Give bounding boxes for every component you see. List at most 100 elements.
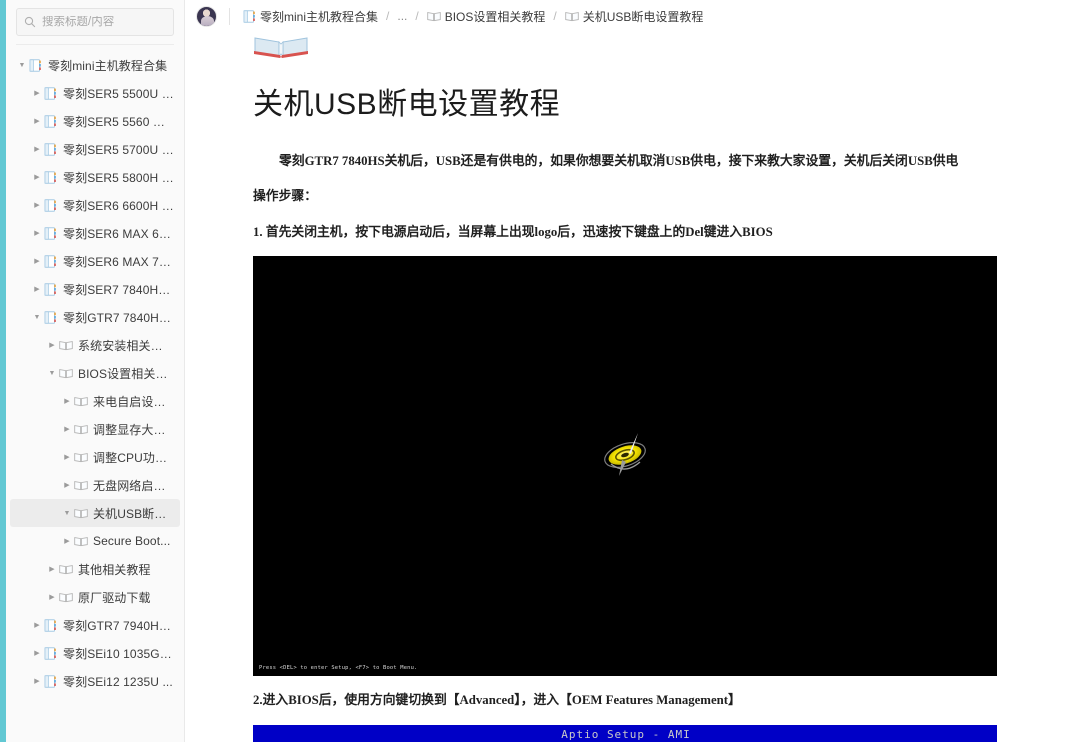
breadcrumb-label: BIOS设置相关教程 [444, 9, 546, 24]
sidebar-item-1[interactable]: ▶ 零刻SER5 5500U 教... [10, 79, 180, 107]
sidebar: ▼ 零刻mini主机教程合集 ▶ 零刻SER5 5500U 教... ▶ 零刻SER5 5… [6, 0, 185, 742]
sidebar-item-10[interactable]: ▶ 系统安装相关教程 [10, 331, 180, 359]
book-icon [58, 591, 73, 604]
search-box[interactable] [16, 8, 174, 36]
sidebar-item-label: BIOS设置相关教程 [78, 366, 174, 381]
book-icon [73, 395, 88, 408]
chevron-right-icon[interactable]: ▶ [31, 622, 43, 629]
chevron-right-icon[interactable]: ▶ [31, 146, 43, 153]
sidebar-item-label: 零刻SEi10 1035G7 ... [63, 646, 174, 661]
page-title: 关机USB断电设置教程 [253, 88, 561, 121]
chevron-right-icon[interactable]: ▶ [31, 174, 43, 181]
doc-page-icon [43, 310, 58, 324]
avatar[interactable] [196, 5, 217, 27]
document-steps-label: 操作步骤： [253, 188, 317, 203]
chevron-right-icon[interactable]: ▶ [31, 650, 43, 657]
open-book-icon [253, 32, 1032, 58]
main-content: 零刻mini主机教程合集 /... / BIOS设置相关教程 / 关机USB断电设置教程 … [185, 0, 1080, 742]
breadcrumb-item-3[interactable]: 关机USB断电设置教程 [565, 8, 703, 25]
breadcrumb-label: 零刻mini主机教程合集 [260, 9, 379, 24]
sidebar-item-19[interactable]: ▶ 原厂驱动下载 [10, 583, 180, 611]
chevron-down-icon[interactable]: ▼ [46, 370, 58, 377]
sidebar-item-11[interactable]: ▼ BIOS设置相关教程 [10, 359, 180, 387]
sidebar-item-13[interactable]: ▶ 调整显存大小... [10, 415, 180, 443]
chevron-right-icon[interactable]: ▶ [31, 678, 43, 685]
sidebar-item-label: 系统安装相关教程 [78, 338, 174, 353]
doc-page-icon [28, 58, 43, 72]
sidebar-item-label: 调整CPU功耗... [93, 450, 174, 465]
breadcrumb-separator: / [553, 9, 557, 23]
chevron-right-icon[interactable]: ▶ [31, 202, 43, 209]
sidebar-item-4[interactable]: ▶ 零刻SER5 5800H 教... [10, 163, 180, 191]
sidebar-item-9[interactable]: ▼ 零刻GTR7 7840HS ... [10, 303, 180, 331]
sidebar-item-label: 零刻SER6 MAX 690... [63, 226, 174, 241]
sidebar-item-label: Secure Boot... [93, 534, 171, 548]
chevron-right-icon[interactable]: ▶ [61, 538, 73, 545]
doc-page-icon [243, 9, 256, 23]
app-root: ▼ 零刻mini主机教程合集 ▶ 零刻SER5 5500U 教... ▶ 零刻SER5 5… [0, 0, 1080, 742]
top-bar: 零刻mini主机教程合集 /... / BIOS设置相关教程 / 关机USB断电设置教程 [185, 0, 1080, 32]
doc-page-icon [43, 114, 58, 128]
sidebar-item-label: 关机USB断电... [93, 506, 174, 521]
chevron-right-icon[interactable]: ▶ [61, 482, 73, 489]
sidebar-item-0[interactable]: ▼ 零刻mini主机教程合集 [10, 51, 180, 79]
sidebar-item-18[interactable]: ▶ 其他相关教程 [10, 555, 180, 583]
sidebar-item-22[interactable]: ▶ 零刻SEi12 1235U ... [10, 667, 180, 695]
sidebar-item-6[interactable]: ▶ 零刻SER6 MAX 690... [10, 219, 180, 247]
breadcrumb-label: ... [397, 9, 408, 23]
breadcrumb: 零刻mini主机教程合集 /... / BIOS设置相关教程 / 关机USB断电设置教程 [243, 8, 703, 25]
chevron-down-icon[interactable]: ▼ [61, 510, 73, 517]
boot-hint-text: Press <DEL> to enter Setup, <F7> to Boot… [259, 665, 418, 672]
sidebar-tree: ▼ 零刻mini主机教程合集 ▶ 零刻SER5 5500U 教... ▶ 零刻SER5 5… [6, 45, 184, 695]
book-icon [73, 423, 88, 436]
doc-page-icon [43, 646, 58, 660]
breadcrumb-item-2[interactable]: BIOS设置相关教程 [426, 8, 546, 25]
sidebar-item-20[interactable]: ▶ 零刻GTR7 7940HS ... [10, 611, 180, 639]
sidebar-item-12[interactable]: ▶ 来电自启设置... [10, 387, 180, 415]
sidebar-item-14[interactable]: ▶ 调整CPU功耗... [10, 443, 180, 471]
chevron-down-icon[interactable]: ▼ [31, 314, 43, 321]
sidebar-item-17[interactable]: ▶ Secure Boot... [10, 527, 180, 555]
chevron-right-icon[interactable]: ▶ [31, 118, 43, 125]
chevron-right-icon[interactable]: ▶ [46, 594, 58, 601]
breadcrumb-item-1[interactable]: ... [397, 9, 407, 23]
chevron-right-icon[interactable]: ▶ [31, 258, 43, 265]
sidebar-item-7[interactable]: ▶ 零刻SER6 MAX 773... [10, 247, 180, 275]
sidebar-item-label: 零刻GTR7 7940HS ... [63, 618, 174, 633]
chevron-right-icon[interactable]: ▶ [31, 286, 43, 293]
chevron-right-icon[interactable]: ▶ [31, 230, 43, 237]
doc-page-icon [43, 674, 58, 688]
book-icon [58, 339, 73, 352]
sidebar-item-label: 零刻mini主机教程合集 [48, 58, 168, 73]
doc-page-icon [43, 198, 58, 212]
search-container [6, 0, 184, 36]
doc-page-icon [43, 226, 58, 240]
sidebar-item-3[interactable]: ▶ 零刻SER5 5700U 教... [10, 135, 180, 163]
chevron-right-icon[interactable]: ▶ [31, 90, 43, 97]
search-icon [24, 16, 36, 28]
doc-page-icon [43, 618, 58, 632]
sidebar-item-2[interactable]: ▶ 零刻SER5 5560 教... [10, 107, 180, 135]
sidebar-item-label: 其他相关教程 [78, 562, 151, 577]
search-input[interactable] [42, 16, 162, 28]
sidebar-item-label: 零刻SER6 MAX 773... [63, 254, 174, 269]
sidebar-item-5[interactable]: ▶ 零刻SER6 6600H 教... [10, 191, 180, 219]
breadcrumb-separator: / [415, 9, 419, 23]
sidebar-item-label: 调整显存大小... [93, 422, 174, 437]
doc-page-icon [43, 142, 58, 156]
chevron-down-icon[interactable]: ▼ [16, 62, 28, 69]
chevron-right-icon[interactable]: ▶ [61, 454, 73, 461]
sidebar-item-21[interactable]: ▶ 零刻SEi10 1035G7 ... [10, 639, 180, 667]
chevron-right-icon[interactable]: ▶ [46, 566, 58, 573]
doc-page-icon [43, 254, 58, 268]
sidebar-item-label: 零刻SEi12 1235U ... [63, 674, 173, 689]
sidebar-item-label: 零刻SER5 5800H 教... [63, 170, 174, 185]
chevron-right-icon[interactable]: ▶ [46, 342, 58, 349]
beelink-spinner-logo [599, 431, 651, 485]
chevron-right-icon[interactable]: ▶ [61, 398, 73, 405]
sidebar-item-8[interactable]: ▶ 零刻SER7 7840HS ... [10, 275, 180, 303]
sidebar-item-16[interactable]: ▼ 关机USB断电... [10, 499, 180, 527]
breadcrumb-item-0[interactable]: 零刻mini主机教程合集 [243, 8, 378, 25]
chevron-right-icon[interactable]: ▶ [61, 426, 73, 433]
sidebar-item-15[interactable]: ▶ 无盘网络启动... [10, 471, 180, 499]
